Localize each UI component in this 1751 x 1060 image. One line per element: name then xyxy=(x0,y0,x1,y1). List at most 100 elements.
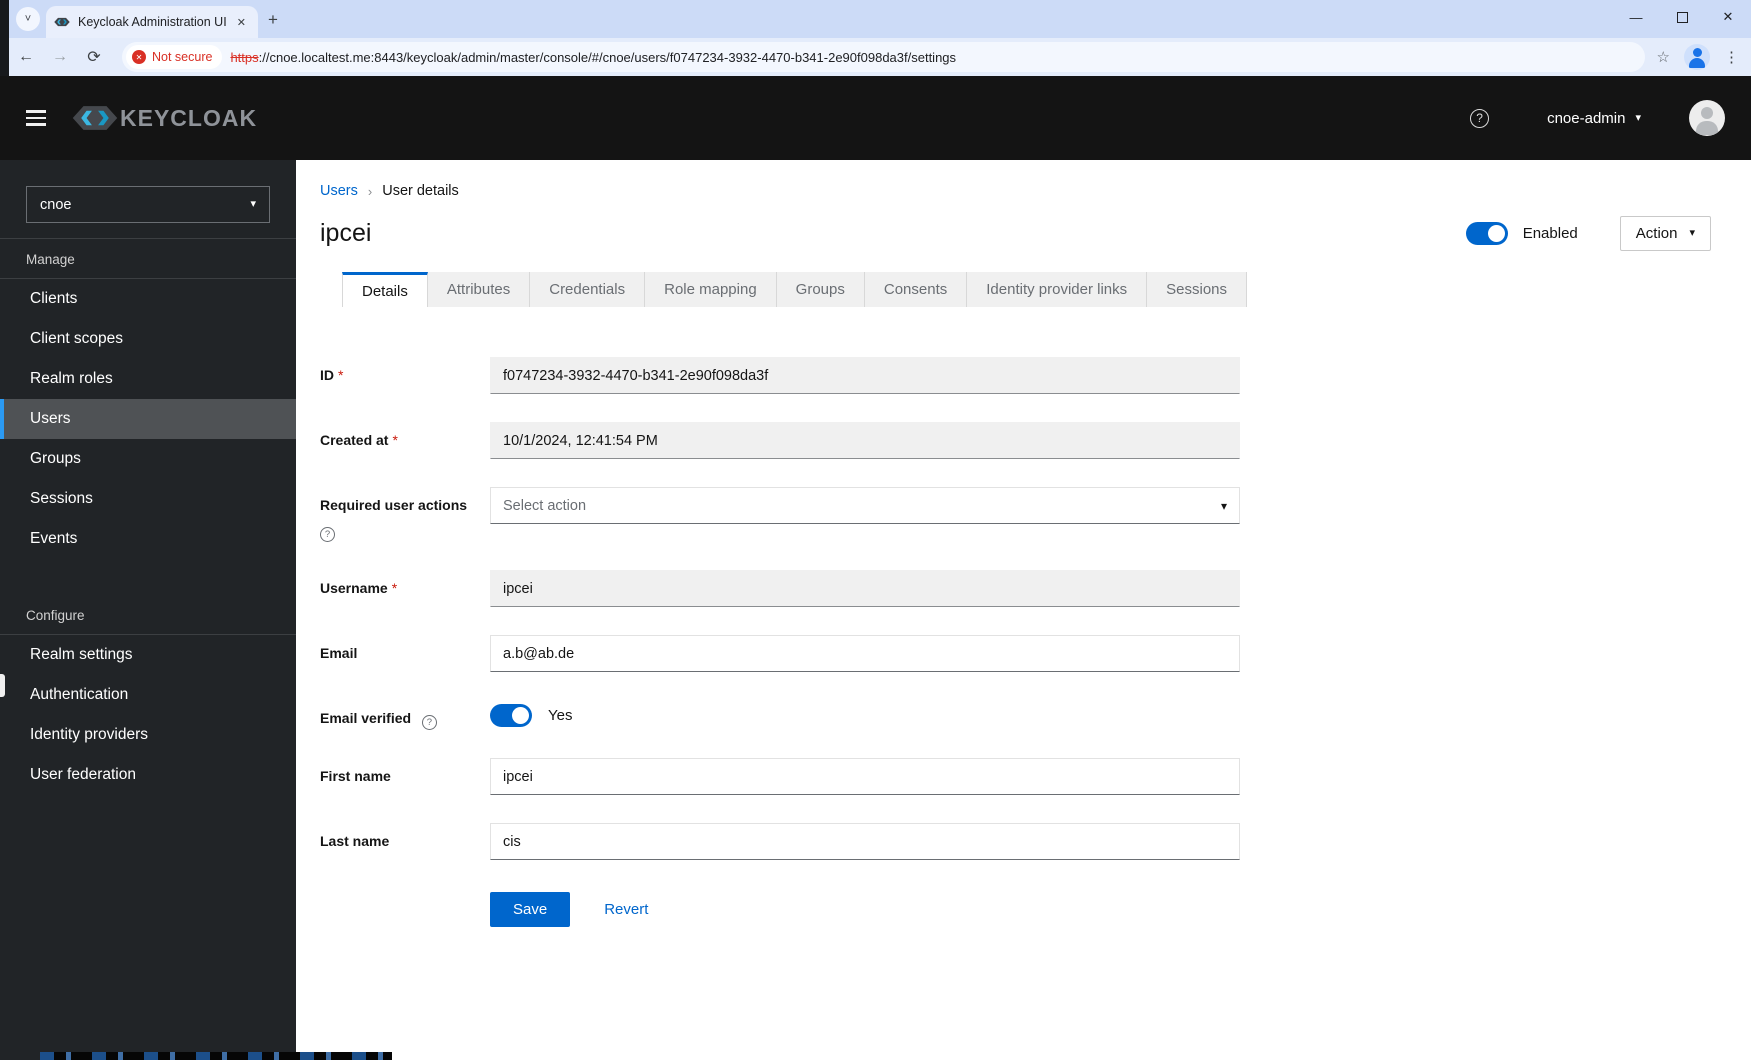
title-row: ipcei Enabled Action ▾ xyxy=(320,216,1711,251)
help-icon[interactable]: ? xyxy=(421,715,437,730)
sidebar-item-events[interactable]: Events xyxy=(0,519,296,559)
select-placeholder: Select action xyxy=(503,497,587,514)
email-verified-state: Yes xyxy=(548,707,573,724)
window-controls: — ✕ xyxy=(1613,0,1751,34)
browser-toolbar: ← → ⟳ ✕ Not secure https://cnoe.localtes… xyxy=(0,38,1751,76)
save-button[interactable]: Save xyxy=(490,892,571,927)
help-icon[interactable]: ? xyxy=(320,527,335,542)
avatar[interactable] xyxy=(1689,100,1725,136)
tab-role-mapping[interactable]: Role mapping xyxy=(645,272,777,307)
browser-tab[interactable]: Keycloak Administration UI ✕ xyxy=(46,6,258,38)
main-content: Users › User details ipcei Enabled Actio… xyxy=(296,160,1751,1060)
last-name-label: Last name xyxy=(320,833,390,849)
user-menu-label: cnoe-admin xyxy=(1547,109,1626,127)
form-row-required-user-actions: Required user actions ? Select action ▾ xyxy=(320,487,1711,542)
last-name-field[interactable] xyxy=(490,823,1240,860)
sidebar-item-clients[interactable]: Clients xyxy=(0,279,296,319)
enabled-label: Enabled xyxy=(1522,225,1578,242)
sidebar-item-realm-roles[interactable]: Realm roles xyxy=(0,359,296,399)
masthead: KEYCLOAK ? cnoe-admin ▾ xyxy=(0,76,1751,160)
realm-selector-value: cnoe xyxy=(40,196,72,213)
enabled-toggle[interactable] xyxy=(1465,222,1508,245)
back-icon[interactable]: ← xyxy=(12,43,40,71)
not-secure-icon: ✕ xyxy=(132,50,146,64)
first-name-field[interactable] xyxy=(490,758,1240,795)
username-field xyxy=(490,570,1240,607)
sidebar-item-realm-settings[interactable]: Realm settings xyxy=(0,635,296,675)
first-name-label: First name xyxy=(320,768,391,784)
sidebar-item-authentication[interactable]: Authentication xyxy=(0,675,296,715)
toolbar-right: ☆ ⋮ xyxy=(1657,44,1739,70)
created-at-field xyxy=(490,422,1240,459)
tab-attributes[interactable]: Attributes xyxy=(427,272,531,307)
chevron-down-icon: ▾ xyxy=(1689,227,1695,239)
required-user-actions-label: Required user actions ? xyxy=(320,497,468,542)
window-close-button[interactable]: ✕ xyxy=(1705,0,1751,34)
nav-gap xyxy=(0,559,296,595)
window-maximize-button[interactable] xyxy=(1659,0,1705,34)
created-at-label: Created at * xyxy=(320,432,398,448)
not-secure-badge[interactable]: ✕ Not secure xyxy=(126,45,223,69)
form-row-created-at: Created at * xyxy=(320,422,1711,459)
not-secure-label: Not secure xyxy=(152,50,213,64)
email-field[interactable] xyxy=(490,635,1240,672)
action-dropdown-button[interactable]: Action ▾ xyxy=(1619,216,1711,251)
nav-toggle-hamburger-icon[interactable] xyxy=(26,110,46,126)
brand-text: KEYCLOAK xyxy=(120,104,258,131)
email-label: Email xyxy=(320,645,358,661)
url-scheme: https xyxy=(230,49,259,65)
chevron-down-icon: ▾ xyxy=(1635,111,1641,124)
sidebar-item-user-federation[interactable]: User federation xyxy=(0,755,296,795)
sidebar: cnoe ▾ Manage Clients Client scopes Real… xyxy=(0,160,296,1060)
tab-details[interactable]: Details xyxy=(342,272,428,307)
nav-section-configure: Configure xyxy=(26,608,85,623)
window-minimize-button[interactable]: — xyxy=(1613,0,1659,34)
browser-menu-icon[interactable]: ⋮ xyxy=(1724,48,1739,66)
sidebar-item-identity-providers[interactable]: Identity providers xyxy=(0,715,296,755)
page-title: ipcei xyxy=(320,219,372,247)
forward-icon[interactable]: → xyxy=(46,43,74,71)
tab-consents[interactable]: Consents xyxy=(864,272,968,307)
tab-credentials[interactable]: Credentials xyxy=(530,272,646,307)
required-user-actions-select[interactable]: Select action ▾ xyxy=(490,487,1240,524)
user-menu[interactable]: cnoe-admin ▾ xyxy=(1547,110,1641,127)
tab-identity-provider-links[interactable]: Identity provider links xyxy=(967,272,1148,307)
revert-link[interactable]: Revert xyxy=(604,901,648,918)
new-tab-button[interactable]: + xyxy=(268,10,278,30)
browser-profile-avatar[interactable] xyxy=(1684,44,1710,70)
tab-title: Keycloak Administration UI xyxy=(78,15,227,29)
tab-close-icon[interactable]: ✕ xyxy=(233,14,250,31)
action-dropdown-label: Action xyxy=(1635,225,1678,242)
address-bar[interactable]: ✕ Not secure https://cnoe.localtest.me:8… xyxy=(122,42,1645,72)
help-icon[interactable]: ? xyxy=(1470,108,1490,128)
sidebar-item-groups[interactable]: Groups xyxy=(0,439,296,479)
bookmark-star-icon[interactable]: ☆ xyxy=(1657,48,1670,66)
realm-selector[interactable]: cnoe ▾ xyxy=(26,186,270,223)
required-asterisk: * xyxy=(391,580,398,596)
breadcrumb: Users › User details xyxy=(320,183,1711,199)
keycloak-favicon xyxy=(54,17,70,27)
breadcrumb-users-link[interactable]: Users xyxy=(320,183,358,199)
required-asterisk: * xyxy=(338,367,344,383)
tab-groups[interactable]: Groups xyxy=(776,272,865,307)
form-row-id: ID * xyxy=(320,357,1711,394)
tab-search-button[interactable]: ˅ xyxy=(16,7,40,31)
email-verified-toggle[interactable] xyxy=(490,704,532,727)
user-details-form: ID* Created at* Required user actions ? … xyxy=(320,357,1711,927)
masthead-right: ? cnoe-admin ▾ xyxy=(1470,100,1725,136)
sidebar-item-client-scopes[interactable]: Client scopes xyxy=(0,319,296,359)
browser-tab-strip: ˅ Keycloak Administration UI ✕ + — ✕ xyxy=(0,0,1751,76)
reload-icon[interactable]: ⟳ xyxy=(80,43,108,71)
breadcrumb-current: User details xyxy=(382,183,459,199)
tab-sessions[interactable]: Sessions xyxy=(1147,272,1248,307)
tab-bar: Details Attributes Credentials Role mapp… xyxy=(342,272,1711,307)
sidebar-item-users[interactable]: Users xyxy=(0,399,296,439)
sidebar-item-sessions[interactable]: Sessions xyxy=(0,479,296,519)
email-verified-label: Email verified ? xyxy=(320,700,490,730)
username-label: Username * xyxy=(320,580,398,596)
title-controls: Enabled Action ▾ xyxy=(1465,216,1711,251)
form-row-email: Email xyxy=(320,635,1711,672)
url-rest: ://cnoe.localtest.me:8443/keycloak/admin… xyxy=(258,49,957,65)
form-row-email-verified: Email verified ? Yes xyxy=(320,700,1711,730)
url-text: https://cnoe.localtest.me:8443/keycloak/… xyxy=(230,50,956,65)
